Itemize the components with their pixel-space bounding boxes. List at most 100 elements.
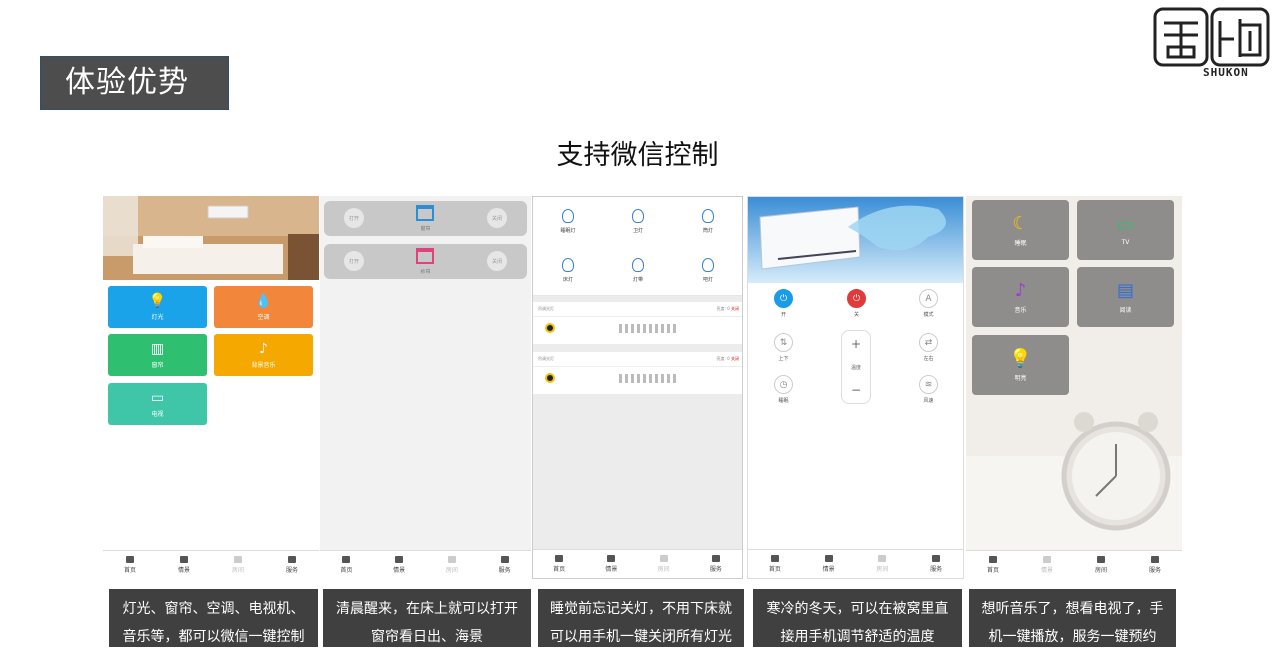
off-button[interactable]: 关闭: [731, 306, 739, 311]
swing-updown-button[interactable]: ⇅ 上下: [774, 333, 793, 362]
scene-tile-bulb[interactable]: 💡 明亮: [972, 335, 1069, 395]
home-icon: [988, 556, 997, 563]
bedroom-photo: [103, 196, 319, 280]
music-icon: ♪: [1014, 280, 1027, 301]
grid-icon: [233, 556, 242, 563]
list-icon: [500, 556, 509, 563]
lamp-cell[interactable]: 睡眠灯: [533, 197, 604, 247]
lamp-cell[interactable]: 卫灯: [603, 197, 674, 247]
power-on-icon: ⏻: [774, 289, 793, 308]
nav-home[interactable]: 首页: [124, 556, 136, 574]
bulb-icon: 💡: [1009, 348, 1032, 369]
nav-home[interactable]: 首页: [553, 555, 565, 573]
bottom-nav: 首页 情景 房间 服务: [320, 550, 531, 579]
nav-home[interactable]: 首页: [987, 556, 999, 574]
moon-icon: ☾: [1012, 213, 1029, 234]
sun-icon[interactable]: [545, 373, 555, 383]
scene-tile-moon[interactable]: ☾ 睡眠: [972, 200, 1069, 260]
caption-1: 灯光、窗帘、空调、电视机、 音乐等，都可以微信一键控制: [109, 589, 318, 647]
drop-icon: 💧: [254, 293, 273, 309]
nav-home[interactable]: 首页: [769, 555, 781, 573]
tile-music[interactable]: ♪ 背景音乐: [214, 334, 313, 376]
lamp-cell[interactable]: 吧灯: [673, 246, 742, 296]
swing-leftright-icon: ⇄: [919, 333, 938, 352]
scene-tile-book[interactable]: ▤ 阅读: [1077, 267, 1174, 327]
timer-icon: ◷: [774, 375, 793, 394]
bottom-nav: 首页 情景 房间 服务: [103, 550, 319, 579]
curtain-icon: [416, 248, 434, 264]
scene-tile-music[interactable]: ♪ 音乐: [972, 267, 1069, 327]
aircon-photo: [748, 197, 963, 283]
tv-icon: ▭: [1116, 214, 1134, 235]
grid-icon: [1096, 556, 1105, 563]
nav-service[interactable]: 服务: [930, 555, 942, 573]
tile-curtain[interactable]: ▥ 窗帘: [108, 334, 207, 376]
nav-scene[interactable]: 情景: [823, 555, 835, 573]
page-subtitle: 支持微信控制: [556, 140, 719, 171]
temp-down-button[interactable]: −: [851, 383, 861, 397]
grid-icon: [878, 555, 887, 562]
close-button[interactable]: 关闭: [487, 251, 507, 271]
nav-service[interactable]: 服务: [499, 556, 511, 574]
home-icon: [125, 556, 134, 563]
section-title: 体验优势: [40, 56, 229, 110]
brightness-slider[interactable]: [619, 324, 676, 333]
nav-service[interactable]: 服务: [710, 555, 722, 573]
lamp-cell[interactable]: 筒灯: [673, 197, 742, 247]
moon-icon: [1042, 556, 1051, 563]
nav-service[interactable]: 服务: [286, 556, 298, 574]
home-icon: [342, 556, 351, 563]
sun-icon[interactable]: [545, 323, 555, 333]
tile-tv[interactable]: ▭ 电视: [108, 383, 207, 425]
book-icon: ▤: [1116, 280, 1134, 301]
bulb-icon: [702, 258, 714, 272]
temp-up-button[interactable]: +: [851, 337, 861, 351]
nav-room[interactable]: 房间: [1095, 556, 1107, 574]
bulb-icon: [562, 209, 574, 223]
tile-drop[interactable]: 💧 空调: [214, 286, 313, 328]
close-button[interactable]: 关闭: [487, 208, 507, 228]
tile-bulb[interactable]: 💡 灯光: [108, 286, 207, 328]
moon-icon: [824, 555, 833, 562]
list-icon: [287, 556, 296, 563]
nav-home[interactable]: 首页: [340, 556, 352, 574]
nav-room[interactable]: 房间: [446, 556, 458, 574]
curtain-icon: ▥: [150, 341, 165, 357]
nav-room[interactable]: 房间: [658, 555, 670, 573]
swing-leftright-button[interactable]: ⇄ 左右: [919, 333, 938, 362]
lamp-cell[interactable]: 灯带: [603, 246, 674, 296]
nav-service[interactable]: 服务: [1149, 556, 1161, 574]
bulb-icon: [632, 258, 644, 272]
nav-scene[interactable]: 情景: [393, 556, 405, 574]
screen-curtain: 打开 窗帘 关闭 打开 纱帘 关闭 首页 情景 房间 服务: [320, 196, 531, 579]
nav-scene[interactable]: 情景: [1041, 556, 1053, 574]
temperature-control: + 温度 −: [841, 330, 871, 404]
list-icon: [711, 555, 720, 562]
scene-tile-tv[interactable]: ▭ TV: [1077, 200, 1174, 260]
mode-button[interactable]: A 模式: [919, 289, 938, 318]
nav-scene[interactable]: 情景: [605, 555, 617, 573]
curtain-card: 打开 纱帘 关闭: [324, 244, 527, 279]
bulb-icon: 💡: [148, 293, 167, 309]
caption-5: 想听音乐了，想看电视了，手 机一键播放，服务一键预约: [969, 589, 1176, 647]
power-off-icon: ⏻: [847, 289, 866, 308]
nav-room[interactable]: 房间: [876, 555, 888, 573]
wind-speed-button[interactable]: ≋ 风速: [919, 375, 938, 404]
power-on-button[interactable]: ⏻ 开: [774, 289, 793, 318]
grid-icon: [659, 555, 668, 562]
lamp-cell[interactable]: 床灯: [533, 246, 604, 296]
brightness-slider[interactable]: [619, 374, 676, 383]
caption-3: 睡觉前忘记关灯，不用下床就 可以用手机一键关闭所有灯光: [538, 589, 744, 647]
nav-scene[interactable]: 情景: [178, 556, 190, 574]
timer-button[interactable]: ◷ 睡眠: [774, 375, 793, 404]
off-button[interactable]: 关闭: [731, 356, 739, 361]
moon-icon: [607, 555, 616, 562]
bottom-nav: 首页 情景 房间 服务: [533, 549, 742, 578]
bulb-icon: [702, 209, 714, 223]
home-icon: [555, 555, 564, 562]
bottom-nav: 首页 情景 房间 服务: [748, 549, 963, 578]
caption-4: 寒冷的冬天，可以在被窝里直 接用手机调节舒适的温度: [753, 589, 962, 647]
nav-room[interactable]: 房间: [232, 556, 244, 574]
moon-icon: [395, 556, 404, 563]
power-off-button[interactable]: ⏻ 关: [847, 289, 866, 318]
